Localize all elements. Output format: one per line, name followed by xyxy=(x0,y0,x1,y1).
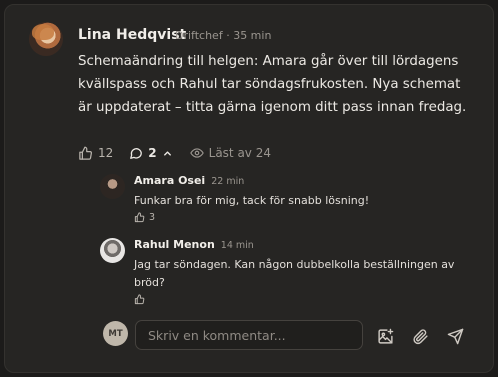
image-plus-icon xyxy=(377,328,393,344)
author-name[interactable]: Lina Hedqvist xyxy=(78,27,186,43)
reply-like-button[interactable] xyxy=(134,294,149,305)
reply-like-button[interactable]: 3 xyxy=(134,212,155,223)
reply-author[interactable]: Amara Osei xyxy=(134,174,205,187)
reply-time: 22 min xyxy=(211,176,245,187)
paperclip-icon xyxy=(412,328,428,344)
like-button[interactable]: 12 xyxy=(78,146,113,161)
replies-toggle[interactable]: 2 xyxy=(129,146,172,160)
attach-button[interactable] xyxy=(410,326,430,346)
thumbs-up-icon xyxy=(79,146,93,160)
eye-icon xyxy=(189,148,204,158)
seen-by[interactable]: Läst av 24 xyxy=(189,146,271,160)
like-count: 12 xyxy=(98,146,114,160)
send-icon xyxy=(447,328,463,344)
reply-text: Funkar bra för mig, tack för snabb lösni… xyxy=(134,194,370,207)
current-user-avatar: MT xyxy=(103,321,128,346)
comment-input[interactable] xyxy=(135,320,363,350)
seen-count: Läst av 24 xyxy=(208,146,271,160)
reply-avatar[interactable] xyxy=(100,174,125,199)
reply-like-count: 3 xyxy=(149,212,156,223)
reply-author-line: Amara Osei 22 min xyxy=(134,174,244,187)
reply-count: 2 xyxy=(148,146,157,160)
add-image-button[interactable] xyxy=(375,326,395,346)
chevron-up-icon xyxy=(163,150,171,156)
send-button[interactable] xyxy=(445,326,465,346)
reply-author[interactable]: Rahul Menon xyxy=(134,238,215,251)
post-actions: 12 2 Läst av 24 xyxy=(78,144,271,162)
reply-time: 14 min xyxy=(220,240,254,251)
post-message: Schemaändring till helgen: Amara går öve… xyxy=(78,54,467,115)
author-meta: Driftchef · 35 min xyxy=(175,29,272,42)
comment-icon xyxy=(130,148,143,159)
reply-text: Jag tar söndagen. Kan någon dubbelkolla … xyxy=(134,258,455,289)
author-avatar[interactable] xyxy=(29,22,63,56)
thumbs-up-icon xyxy=(134,294,145,305)
reply-author-line: Rahul Menon 14 min xyxy=(134,238,254,251)
reply-avatar[interactable] xyxy=(100,238,125,263)
thumbs-up-icon xyxy=(134,212,145,223)
